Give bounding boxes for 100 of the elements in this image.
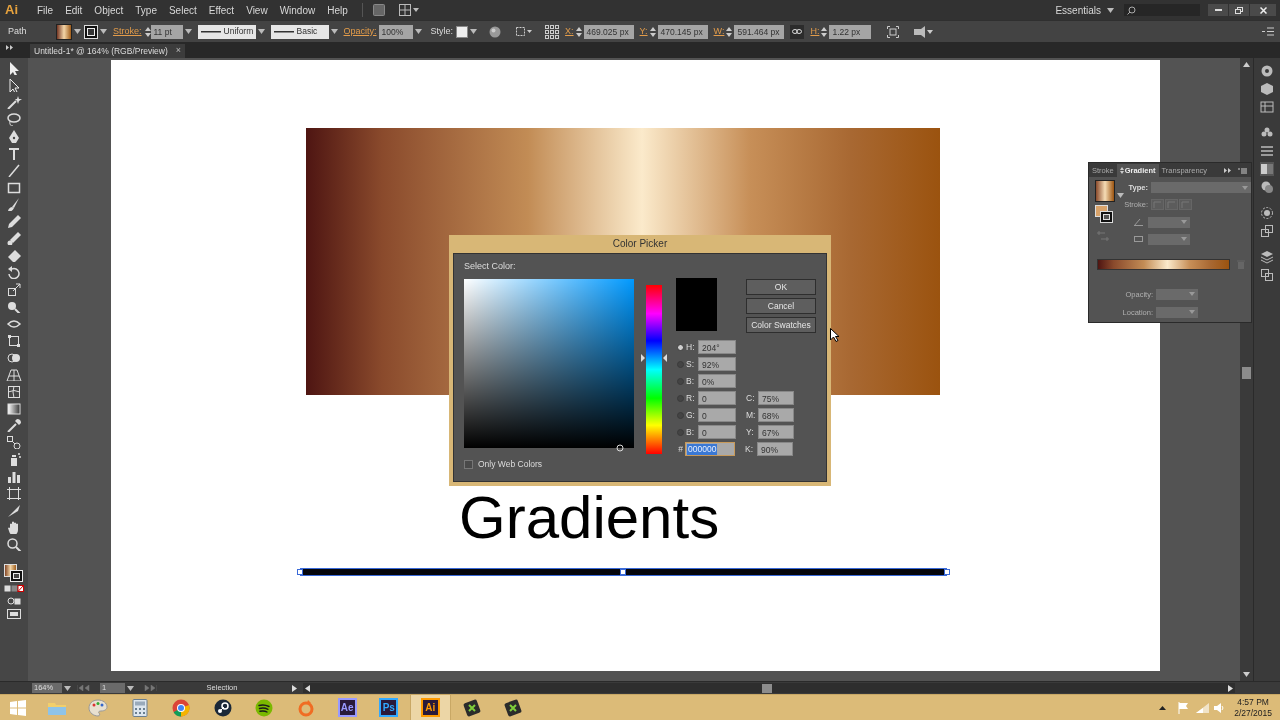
menu-item[interactable]: Window xyxy=(273,2,322,18)
input-field[interactable]: 0 xyxy=(698,425,736,439)
menu-item[interactable]: View xyxy=(240,2,274,18)
scroll-down-icon[interactable] xyxy=(1243,672,1250,677)
menu-item[interactable]: Effect xyxy=(202,2,241,18)
tab-close-button[interactable]: × xyxy=(175,44,182,58)
frame-icon[interactable] xyxy=(887,25,900,38)
gradient-tool-icon[interactable] xyxy=(6,401,22,415)
input-field[interactable]: 11 pt xyxy=(150,24,183,39)
warp-tool-icon[interactable] xyxy=(6,299,22,313)
field-label-link[interactable]: Opacity: xyxy=(343,24,377,39)
link-button[interactable] xyxy=(790,24,805,39)
input-field[interactable]: 75% xyxy=(758,391,794,405)
input-field[interactable]: 591.464 px xyxy=(734,24,785,39)
input-field[interactable]: 1.22 px xyxy=(829,24,872,39)
taskbar-button[interactable]: Ai xyxy=(409,694,451,720)
artboard-tool-icon[interactable] xyxy=(6,486,22,500)
pen-tool-icon[interactable] xyxy=(6,129,22,143)
clock-time[interactable]: 4:57 PM xyxy=(1237,696,1269,708)
wand-tool-icon[interactable] xyxy=(6,95,22,109)
minimize-button[interactable] xyxy=(1208,4,1228,16)
style-swatch[interactable] xyxy=(456,25,469,38)
caret-icon[interactable] xyxy=(100,29,107,34)
scroll-left-icon[interactable] xyxy=(305,684,310,692)
scale-tool-icon[interactable] xyxy=(6,282,22,296)
input-field[interactable]: 469.025 px xyxy=(583,24,634,39)
mesh-tool-icon[interactable] xyxy=(6,384,22,398)
collapse-icon[interactable] xyxy=(6,45,14,50)
dialog-button[interactable]: Color Swatches xyxy=(746,317,816,333)
grid-panel-icon[interactable] xyxy=(1260,100,1274,114)
cube-icon[interactable] xyxy=(1260,82,1274,96)
taskbar-button[interactable]: Ps xyxy=(368,694,410,720)
horizontal-scrollbar[interactable] xyxy=(303,683,1235,693)
play-icon[interactable] xyxy=(292,684,297,692)
eraser-tool-icon[interactable] xyxy=(6,248,22,262)
stroke-profile-dropdown[interactable]: Uniform xyxy=(197,24,256,39)
color-mode-icons[interactable] xyxy=(4,585,24,593)
restore-button[interactable] xyxy=(1229,4,1249,16)
hue-slider-thumb[interactable] xyxy=(641,353,667,362)
input-field[interactable]: 68% xyxy=(758,408,794,422)
input-field[interactable]: 470.145 px xyxy=(657,24,708,39)
clock-date[interactable]: 2/27/2015 xyxy=(1234,707,1272,719)
caret-icon[interactable] xyxy=(127,685,134,691)
scrollbar-thumb[interactable] xyxy=(762,683,772,693)
expand-icon[interactable] xyxy=(1224,168,1232,173)
caret-icon[interactable] xyxy=(414,29,422,34)
scroll-up-icon[interactable] xyxy=(1243,62,1250,67)
checkbox[interactable] xyxy=(464,459,473,469)
field-label-link[interactable]: W: xyxy=(713,24,725,39)
input-field[interactable]: 67% xyxy=(758,425,794,439)
caret-icon[interactable] xyxy=(1117,193,1124,198)
input-field[interactable]: 92% xyxy=(698,357,736,371)
caret-icon[interactable] xyxy=(64,685,71,691)
overlap-squares-icon[interactable] xyxy=(1260,268,1274,282)
lasso-tool-icon[interactable] xyxy=(6,112,22,126)
layered-squares-icon[interactable] xyxy=(1260,224,1274,238)
menu-item[interactable]: Type xyxy=(129,2,163,18)
gradient-panel-icon[interactable] xyxy=(1260,162,1274,176)
layout-icon[interactable] xyxy=(398,4,419,16)
taskbar-button[interactable]: Ae xyxy=(326,694,368,720)
circles-icon[interactable] xyxy=(1260,180,1274,194)
caret-icon[interactable] xyxy=(74,29,81,34)
radio-button[interactable] xyxy=(676,342,685,352)
free-transform-tool-icon[interactable] xyxy=(6,333,22,347)
show-hidden-icon[interactable] xyxy=(1159,705,1167,710)
caret-icon[interactable] xyxy=(257,29,265,34)
field-label-link[interactable]: H: xyxy=(810,24,820,39)
stroke-swatch[interactable] xyxy=(84,24,98,39)
menu-item[interactable]: Edit xyxy=(59,2,89,18)
caret-icon[interactable] xyxy=(1107,7,1114,13)
fill-stroke-swatches[interactable] xyxy=(4,564,24,582)
screen-mode-icon[interactable] xyxy=(7,609,21,619)
caret-icon[interactable] xyxy=(330,29,338,34)
fill-swatch[interactable] xyxy=(56,23,72,40)
pencil-tool-icon[interactable] xyxy=(6,214,22,228)
menu-item[interactable]: File xyxy=(31,2,60,18)
dialog-button[interactable]: OK xyxy=(746,279,816,295)
layers-icon[interactable] xyxy=(1260,250,1274,264)
caret-icon[interactable] xyxy=(184,29,192,34)
globe-icon[interactable] xyxy=(489,25,502,38)
transform-icon[interactable] xyxy=(515,25,534,38)
gradient-swatch[interactable] xyxy=(1095,180,1115,202)
field-label-link[interactable]: Y: xyxy=(639,24,648,39)
field-label-link[interactable]: X: xyxy=(565,24,574,39)
caret-icon[interactable] xyxy=(470,29,478,34)
input-field[interactable]: 0% xyxy=(698,374,736,388)
brush-dropdown[interactable]: Basic xyxy=(270,24,329,39)
search-field[interactable] xyxy=(1124,4,1200,16)
direct-selection-tool-icon[interactable] xyxy=(6,78,22,92)
input-field[interactable]: 204° xyxy=(698,340,736,354)
field-label-link[interactable]: Stroke: xyxy=(113,24,142,39)
dashed-circle-icon[interactable] xyxy=(1260,206,1274,220)
grid-icon[interactable] xyxy=(545,24,560,39)
input-field[interactable]: 0 xyxy=(698,391,736,405)
blob-brush-tool-icon[interactable] xyxy=(6,231,22,245)
scroll-right-icon[interactable] xyxy=(1228,684,1233,692)
dialog-button[interactable]: Cancel xyxy=(746,298,816,314)
menu-item[interactable]: Object xyxy=(88,2,130,18)
line-tool-icon[interactable] xyxy=(6,163,22,177)
color-wheel-icon[interactable] xyxy=(1260,64,1274,78)
